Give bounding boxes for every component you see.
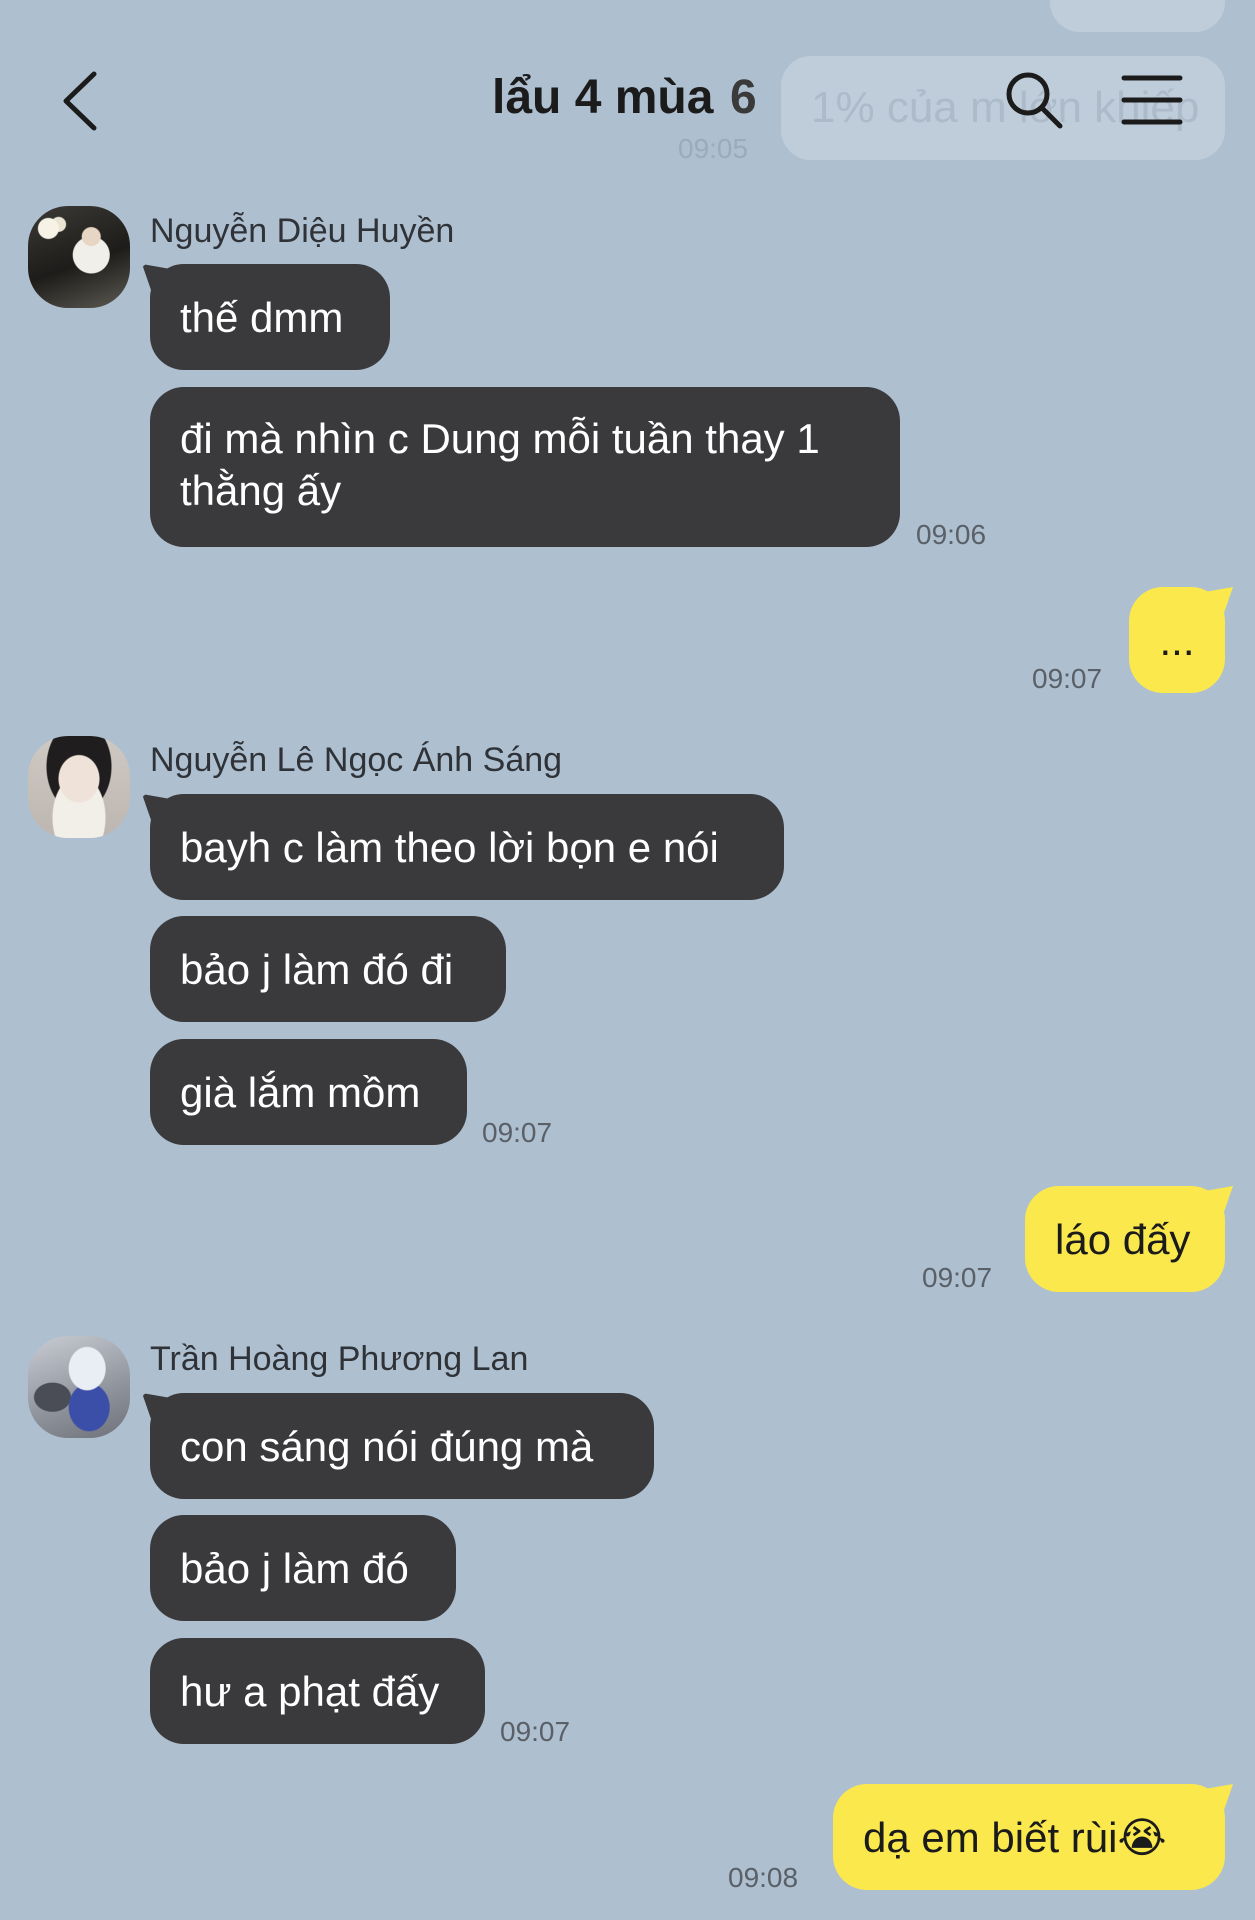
message-bubble[interactable]: già lắm mồm <box>150 1039 467 1145</box>
message-bubble[interactable]: thế dmm <box>150 264 390 370</box>
message-time: 09:07 <box>1032 663 1103 694</box>
outgoing-message-bubble[interactable]: ... <box>1129 587 1225 693</box>
sender-name: Nguyễn Diệu Huyền <box>150 212 455 250</box>
message-time: 09:07 <box>500 1716 571 1747</box>
message-time: 09:08 <box>728 1862 799 1893</box>
avatar[interactable] <box>28 1336 130 1438</box>
message-bubble[interactable]: bảo j làm đó đi <box>150 916 506 1022</box>
message-bubble[interactable]: đi mà nhìn c Dung mỗi tuần thay 1 thằng … <box>150 387 900 547</box>
member-count: 6 <box>730 71 757 124</box>
sender-name: Trần Hoàng Phương Lan <box>150 1340 529 1378</box>
sender-name: Nguyễn Lê Ngọc Ánh Sáng <box>150 741 563 779</box>
menu-button[interactable] <box>1120 72 1184 128</box>
outgoing-message-bubble[interactable]: dạ em biết rùi😭 <box>833 1784 1225 1890</box>
chevron-left-icon <box>63 71 97 131</box>
avatar[interactable] <box>28 206 130 308</box>
message-time: 09:07 <box>482 1117 553 1148</box>
message-bubble[interactable]: bayh c làm theo lời bọn e nói <box>150 794 784 900</box>
message-time: 09:06 <box>916 519 987 550</box>
avatar[interactable] <box>28 736 130 838</box>
message-time: 09:07 <box>922 1262 993 1293</box>
hamburger-menu-icon <box>1121 75 1183 125</box>
back-button[interactable] <box>54 66 114 136</box>
chat-screen: 1% của m lớn khiếp 09:05 lẩu 4 mùa 6 Ngu… <box>0 0 1255 1920</box>
message-bubble[interactable]: bảo j làm đó <box>150 1515 456 1621</box>
message-bubble[interactable]: con sáng nói đúng mà <box>150 1393 654 1499</box>
chat-title: lẩu 4 mùa <box>492 71 714 124</box>
outgoing-message-bubble[interactable]: láo đấy <box>1025 1186 1225 1292</box>
ghost-message-top <box>1050 0 1225 32</box>
chat-header: lẩu 4 mùa 6 <box>0 40 1255 160</box>
search-icon <box>1006 72 1063 129</box>
search-button[interactable] <box>1002 68 1066 132</box>
message-bubble[interactable]: hư a phạt đấy <box>150 1638 485 1744</box>
